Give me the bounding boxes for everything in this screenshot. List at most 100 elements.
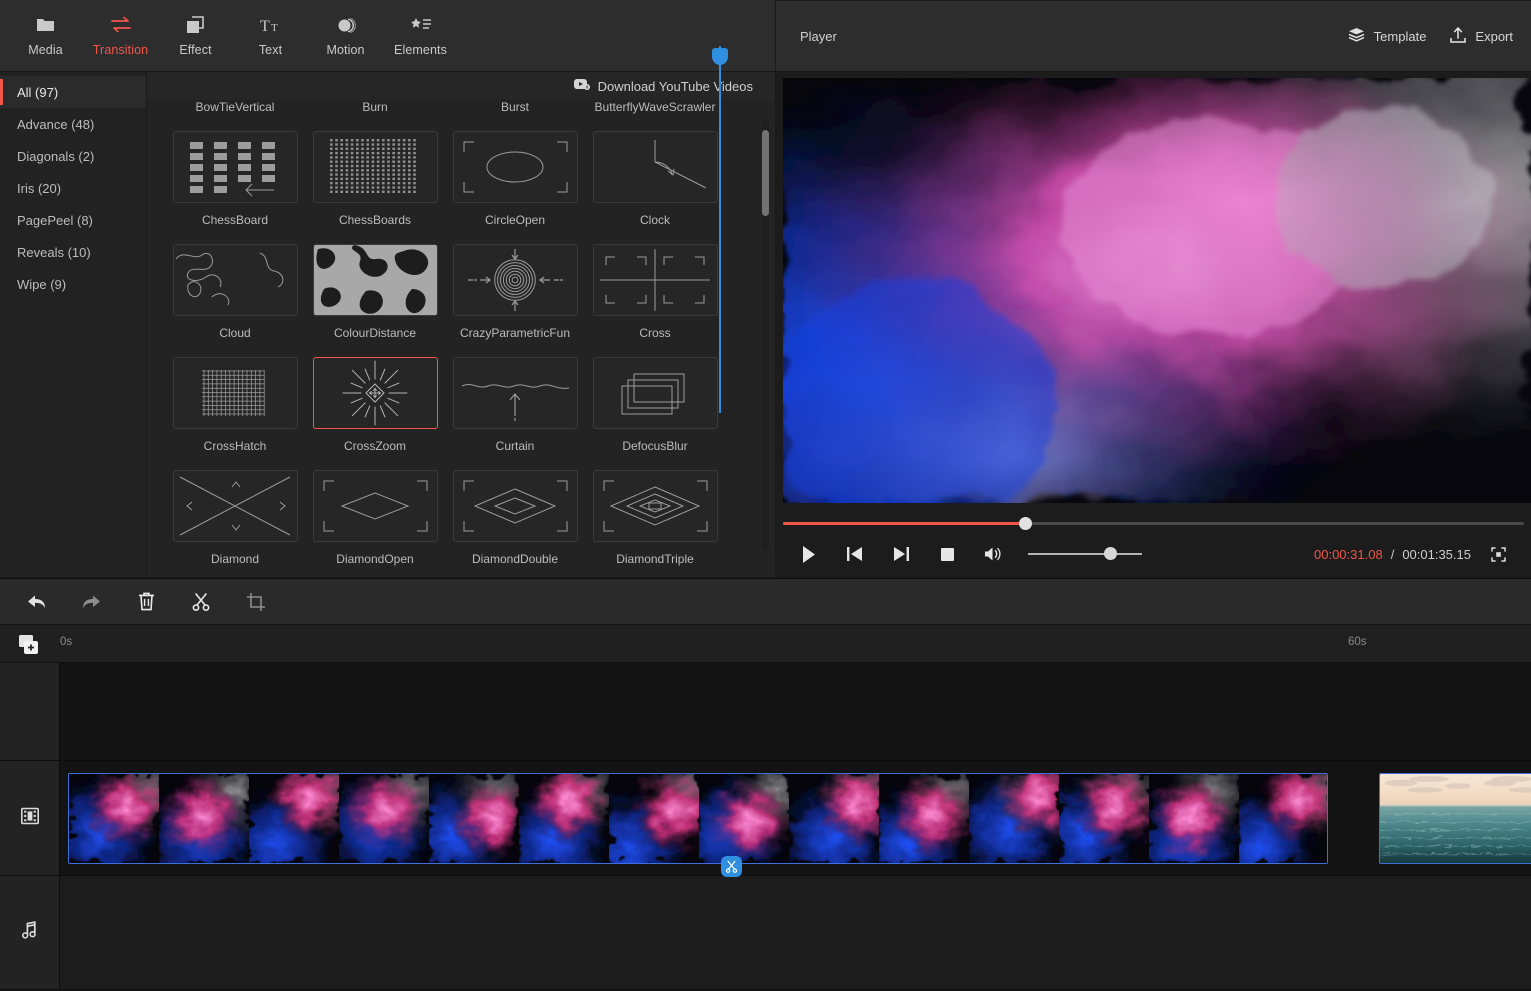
tab-motion[interactable]: Motion (308, 7, 383, 65)
elements-icon (410, 14, 432, 36)
audio-track[interactable] (0, 876, 1531, 990)
overlay-track[interactable] (0, 663, 1531, 761)
transition-item[interactable]: Curtain (445, 357, 585, 470)
fullscreen-button[interactable] (1475, 540, 1521, 568)
transition-item[interactable]: DiamondTriple (585, 470, 725, 577)
transition-item[interactable]: DiamondDouble (445, 470, 585, 577)
svg-text:T: T (271, 22, 278, 34)
transition-item[interactable]: Clock (585, 131, 725, 244)
transition-label: ButterflyWaveScrawler (594, 100, 716, 114)
clip-thumbnail (519, 774, 609, 863)
tab-elements[interactable]: Elements (383, 7, 458, 65)
clip-thumbnail (969, 774, 1059, 863)
stop-button[interactable] (924, 540, 970, 568)
transition-item[interactable]: ColourDistance (305, 244, 445, 357)
tab-effect[interactable]: Effect (158, 7, 233, 65)
transition-thumbnail-curtain (452, 357, 578, 429)
download-youtube-videos-button[interactable]: Download YouTube Videos (573, 77, 753, 95)
export-label: Export (1475, 28, 1513, 44)
transition-item[interactable]: Burst (445, 100, 585, 131)
category-item-advance[interactable]: Advance (48) (0, 108, 146, 140)
transition-item[interactable]: ButterflyWaveScrawler (585, 100, 725, 131)
crop-button[interactable] (238, 586, 274, 618)
music-note-icon (21, 921, 39, 944)
timeline-ruler[interactable]: 0s 60s (60, 625, 1531, 663)
transition-grid-zone: Download YouTube Videos BowTieVertical Bu… (147, 72, 775, 577)
playhead-handle[interactable] (712, 48, 728, 65)
clip-thumbnail (1380, 774, 1473, 863)
audio-track-lane[interactable] (60, 876, 1531, 989)
playhead[interactable] (712, 46, 728, 413)
clip-thumbnail (879, 774, 969, 863)
category-label: Wipe (9) (17, 276, 67, 292)
transition-item[interactable]: DefocusBlur (585, 357, 725, 470)
export-button[interactable]: Export (1450, 26, 1513, 46)
category-item-iris[interactable]: Iris (20) (0, 172, 146, 204)
transition-item[interactable]: CrossZoom (305, 357, 445, 470)
delete-button[interactable] (128, 586, 164, 618)
add-media-button[interactable] (18, 634, 42, 656)
transition-label: CircleOpen (484, 213, 546, 227)
category-item-diagonals[interactable]: Diagonals (2) (0, 140, 146, 172)
prev-button[interactable] (832, 540, 878, 568)
folder-icon (36, 14, 55, 36)
transition-item[interactable]: CrossHatch (165, 357, 305, 470)
tab-label: Transition (92, 43, 149, 57)
transition-item[interactable]: ChessBoards (305, 131, 445, 244)
category-item-wipe[interactable]: Wipe (9) (0, 268, 146, 300)
player-controls: 00:00:31.08 / 00:01:35.15 (776, 503, 1531, 577)
transition-item[interactable]: CircleOpen (445, 131, 585, 244)
tab-transition[interactable]: Transition (83, 7, 158, 65)
timeline-clip[interactable] (1379, 773, 1531, 864)
seek-bar[interactable] (783, 517, 1524, 530)
transition-item[interactable]: Burn (305, 100, 445, 131)
timeline-clip[interactable] (68, 773, 1328, 864)
transition-label: Cross (639, 326, 671, 340)
clip-gap (1328, 773, 1379, 864)
tab-media[interactable]: Media (8, 7, 83, 65)
player-title: Player (800, 28, 837, 44)
transition-scroll-area[interactable]: BowTieVertical Burn Burst ButterflyWaveScra… (147, 100, 775, 577)
transition-thumbnail-chessboard (172, 131, 298, 203)
seek-progress (783, 522, 1025, 525)
transition-item[interactable]: Cross (585, 244, 725, 357)
undo-button[interactable] (18, 586, 54, 618)
video-track-lane[interactable] (60, 761, 1531, 875)
category-item-pagepeel[interactable]: PagePeel (8) (0, 204, 146, 236)
transition-label: Cloud (219, 326, 251, 340)
split-button[interactable] (183, 586, 219, 618)
tab-label: Effect (179, 43, 212, 57)
transition-thumbnail-diamond1 (312, 470, 438, 542)
transition-label: CrazyParametricFun (459, 326, 571, 340)
tab-label: Media (28, 43, 63, 57)
split-at-playhead-badge[interactable] (721, 856, 742, 877)
video-track[interactable] (0, 761, 1531, 876)
transition-item[interactable]: DiamondOpen (305, 470, 445, 577)
transition-item[interactable]: BowTieVertical (165, 100, 305, 131)
overlay-track-lane[interactable] (60, 663, 1531, 760)
library-scrollbar-thumb[interactable] (762, 130, 769, 216)
transition-label: CrossZoom (343, 439, 406, 453)
play-button[interactable] (786, 540, 832, 568)
effect-icon (186, 14, 205, 36)
transition-thumbnail-defocus (592, 357, 718, 429)
transition-item[interactable]: ChessBoard (165, 131, 305, 244)
volume-slider[interactable] (1020, 544, 1150, 564)
seek-handle[interactable] (1018, 517, 1032, 530)
next-button[interactable] (878, 540, 924, 568)
template-button[interactable]: Template (1348, 27, 1426, 45)
tab-text[interactable]: T T Text (233, 7, 308, 65)
transition-item[interactable]: CrazyParametricFun (445, 244, 585, 357)
player-stage[interactable] (783, 78, 1531, 503)
transition-thumbnail-clock (592, 131, 718, 203)
category-item-all[interactable]: All (97) (0, 76, 146, 108)
volume-handle[interactable] (1103, 547, 1117, 560)
volume-button[interactable] (970, 540, 1016, 568)
category-item-reveals[interactable]: Reveals (10) (0, 236, 146, 268)
library-panel: Media Transition Effect T T Text Motion … (0, 0, 775, 577)
transition-item[interactable]: Cloud (165, 244, 305, 357)
timecode-total: 00:01:35.15 (1402, 546, 1471, 562)
transition-label: Curtain (495, 439, 535, 453)
redo-button[interactable] (73, 586, 109, 618)
transition-item[interactable]: Diamond (165, 470, 305, 577)
